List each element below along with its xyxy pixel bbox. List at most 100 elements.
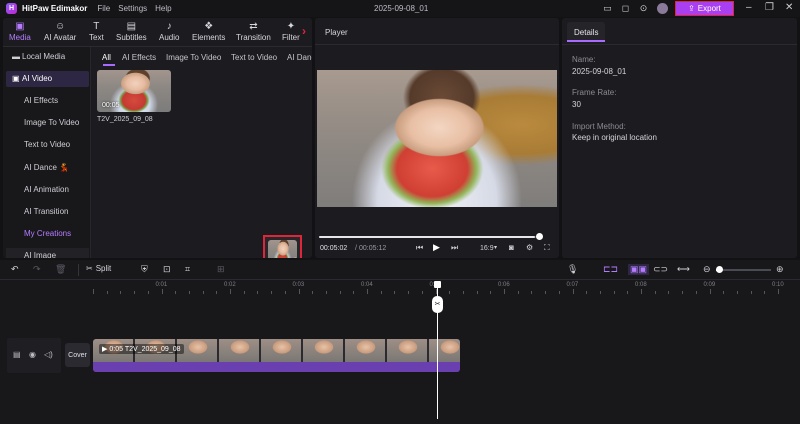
split-button[interactable]: ✂ Split (86, 264, 111, 273)
user-avatar[interactable] (657, 3, 668, 14)
ruler-label: 0:08 (635, 282, 647, 288)
menu-help[interactable]: Help (155, 4, 171, 13)
redo-icon[interactable]: ↷ (33, 264, 41, 275)
clip-audio-bar (93, 362, 460, 372)
ruler-label: 0:01 (155, 282, 168, 288)
tool-ai-avatar[interactable]: ☺ AI Avatar (44, 20, 76, 42)
chain-icon[interactable]: ⊂⊃ (653, 264, 668, 275)
sidebar-item-local-media[interactable]: ▬ Local Media (6, 49, 89, 65)
ruler-tick (531, 291, 533, 294)
ruler-label: 0:09 (703, 282, 716, 288)
video-preview[interactable] (317, 70, 557, 207)
ruler-tick (627, 291, 629, 294)
tool-transition[interactable]: ⇄ Transition (236, 20, 271, 42)
zoom-out-icon[interactable]: ⊖ (703, 264, 711, 275)
ruler-label: 0:02 (224, 282, 236, 288)
magnet-snap-icon[interactable]: ⊏⊐ (603, 264, 618, 275)
menu-settings[interactable]: Settings (118, 4, 147, 13)
delete-icon[interactable]: 🗑 (55, 264, 66, 275)
sidebar-item-ai-video[interactable]: ▣ AI Video (6, 71, 89, 87)
tab-ai-dance[interactable]: AI Dance (287, 53, 312, 62)
settings-icon[interactable]: ⚙ (526, 243, 533, 252)
toolbar-scroll-right-icon[interactable]: › (302, 24, 306, 38)
microphone-icon[interactable]: 🎙 (567, 264, 578, 275)
ruler-tick (284, 291, 286, 294)
ruler-tick (353, 291, 355, 294)
ai-video-icon: ▣ (12, 74, 20, 83)
tool-text[interactable]: T Text (89, 20, 104, 42)
tool-media[interactable]: ▣ Media (9, 20, 31, 42)
tab-all[interactable]: All (102, 53, 111, 62)
fullscreen-icon[interactable]: ⛶ (544, 243, 550, 253)
export-icon: ⇪ (688, 4, 695, 13)
tab-text-to-video[interactable]: Text to Video (231, 53, 277, 62)
tab-ai-effects[interactable]: AI Effects (122, 53, 156, 62)
frame-rate-value: 30 (572, 100, 581, 109)
drag-clip-preview[interactable]: ⛶ (268, 240, 297, 258)
playhead-handle[interactable] (434, 281, 441, 288)
layout-icon[interactable]: ▭ (602, 3, 613, 14)
text-icon: T (93, 21, 100, 32)
play-icon[interactable]: ▶ (433, 242, 440, 253)
volume-icon[interactable]: ◁) (44, 350, 53, 359)
ruler-tick (558, 291, 560, 294)
crop-icon[interactable]: ⌗ (185, 264, 190, 275)
sidebar-item-ai-animation[interactable]: AI Animation (6, 182, 89, 198)
visibility-icon[interactable]: ◉ (29, 350, 36, 359)
ruler-tick (490, 291, 492, 294)
minimize-icon[interactable]: – (746, 2, 752, 13)
sidebar-item-ai-dance[interactable]: AI Dance 💃 (6, 160, 89, 176)
subtitles-icon: ▤ (126, 21, 137, 32)
tab-image-to-video[interactable]: Image To Video (166, 53, 221, 62)
current-time: 00:05:02 (320, 245, 348, 252)
sidebar-item-text-to-video[interactable]: Text to Video (6, 137, 89, 153)
timeline-video-clip[interactable]: ▶ 0:05 T2V_2025_09_08 (93, 339, 460, 372)
clip-label: 0:05 T2V_2025_09_08 (109, 345, 181, 353)
maximize-icon[interactable]: ❐ (765, 2, 774, 13)
close-icon[interactable]: ✕ (785, 2, 793, 13)
zoom-slider-handle[interactable] (716, 266, 723, 273)
sidebar-item-ai-effects[interactable]: AI Effects (6, 93, 89, 109)
tool-audio[interactable]: ♪ Audio (159, 20, 179, 42)
app-name: HitPaw Edimakor (22, 4, 88, 13)
export-button[interactable]: ⇪ Export (675, 1, 734, 16)
cover-button[interactable]: Cover (65, 343, 90, 367)
snapshot-icon[interactable]: ◙ (509, 243, 514, 252)
sidebar-item-image-to-video[interactable]: Image To Video (6, 115, 89, 131)
sidebar-item-my-creations[interactable]: My Creations (6, 226, 89, 242)
undo-icon[interactable]: ↶ (11, 264, 19, 275)
playhead-split-icon[interactable]: ✂ (432, 296, 443, 313)
prev-frame-icon[interactable]: ⏮ (416, 243, 423, 253)
player-seek-bar[interactable] (319, 233, 543, 240)
sidebar-item-ai-image[interactable]: AI Image (6, 248, 89, 258)
shield-icon[interactable]: ⛨ (141, 264, 148, 275)
ruler-tick (339, 291, 341, 294)
download-icon[interactable]: ⊙ (638, 3, 649, 14)
sidebar-item-ai-transition[interactable]: AI Transition (6, 204, 89, 220)
track-settings-icon[interactable]: ▤ (13, 350, 21, 359)
track-header: ▤ ◉ ◁) (7, 338, 61, 373)
tool-subtitles[interactable]: ▤ Subtitles (116, 20, 147, 42)
ruler-tick (298, 289, 300, 294)
tool-elements[interactable]: ❖ Elements (192, 20, 225, 42)
ruler-tick (545, 291, 547, 294)
next-frame-icon[interactable]: ⏭ (451, 243, 458, 253)
tool-filter[interactable]: ✦ Filter (282, 20, 300, 42)
aspect-ratio-select[interactable]: 16:9 (480, 245, 494, 252)
name-value: 2025-09-08_01 (572, 67, 627, 76)
feedback-icon[interactable]: ◻ (620, 3, 631, 14)
menu-file[interactable]: File (97, 4, 110, 13)
ruler-tick (243, 291, 245, 294)
fit-width-icon[interactable]: ⟷ (677, 264, 690, 275)
zoom-in-icon[interactable]: ⊕ (776, 264, 784, 275)
ruler-tick (147, 291, 149, 294)
media-clip-thumbnail[interactable]: 00:05 (97, 70, 171, 112)
link-track-icon[interactable]: ▣▣ (628, 264, 650, 275)
ruler-tick (367, 289, 368, 294)
ruler-tick (257, 291, 259, 294)
seek-handle[interactable] (536, 233, 543, 240)
zoom-slider[interactable] (716, 266, 771, 273)
tab-details[interactable]: Details (567, 22, 605, 42)
text-box-icon[interactable]: ⊡ (163, 264, 171, 275)
insert-icon[interactable]: ⊞ (217, 264, 225, 275)
